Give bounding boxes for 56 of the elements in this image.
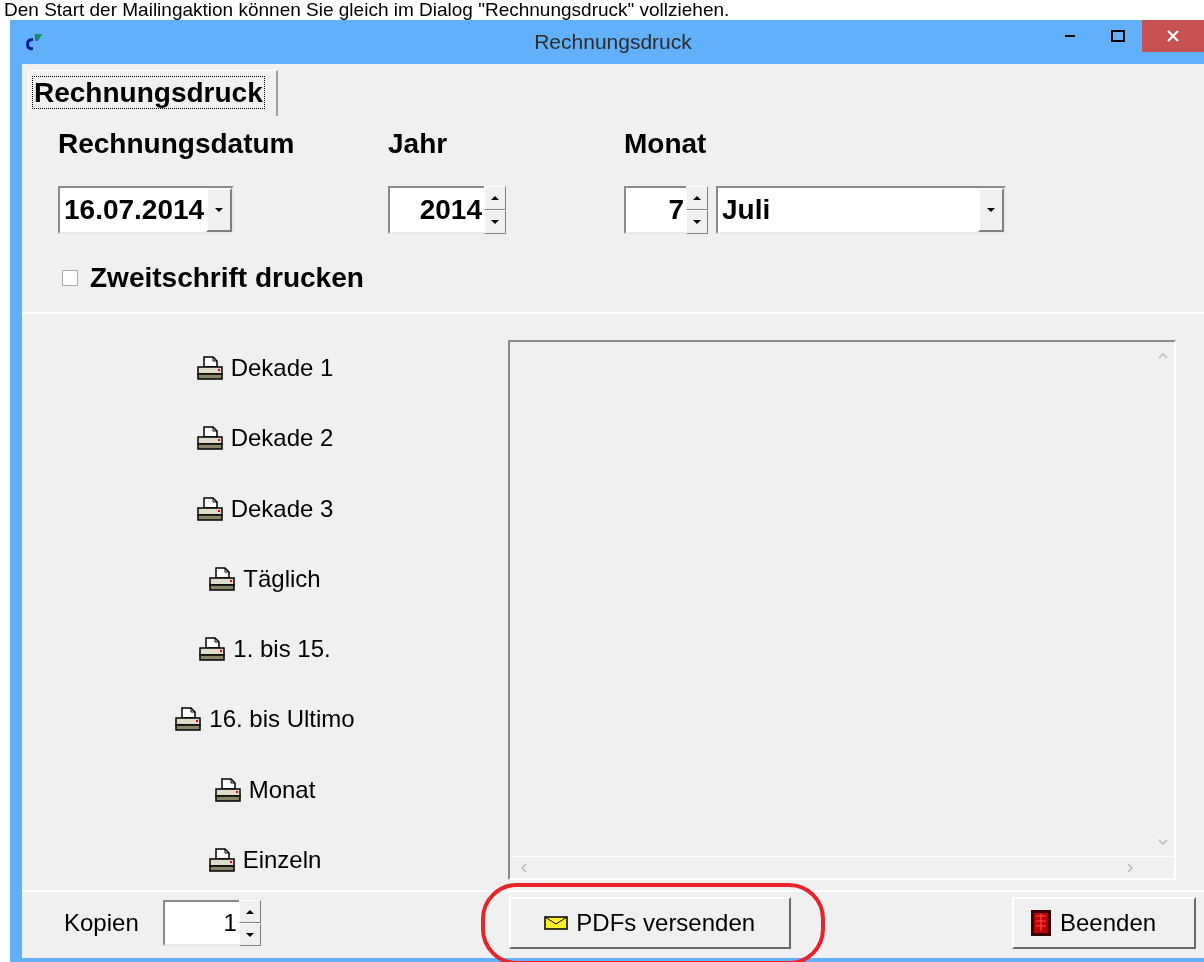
spin-field[interactable]: 2014 — [388, 186, 506, 234]
checkbox[interactable] — [62, 270, 78, 286]
print-button[interactable]: 16. bis Ultimo — [171, 701, 359, 738]
printer-icon — [196, 426, 223, 451]
field-label: Jahr — [388, 128, 449, 160]
print-button[interactable]: Täglich — [205, 560, 325, 597]
up-arrow-icon — [691, 194, 703, 202]
tab[interactable]: Rechnungsdruck — [28, 70, 278, 116]
scroll-down-icon — [1157, 836, 1169, 848]
down-arrow-icon — [691, 218, 703, 226]
print-button[interactable]: Einzeln — [204, 841, 326, 878]
down-arrow-icon — [213, 206, 226, 214]
print-button[interactable]: Dekade 2 — [192, 420, 338, 457]
spin-down-button[interactable] — [238, 923, 261, 946]
checkbox-label: Zweitschrift drucken — [90, 262, 364, 294]
printer-icon — [196, 356, 223, 380]
minimize-icon — [1065, 35, 1075, 37]
caption-text: Den Start der Mailingaktion können Sie gleich im Dialog "Rechnungsdruck" vollziehen. — [3, 0, 731, 20]
spin-down-button[interactable] — [686, 210, 708, 234]
dropdown-button[interactable] — [978, 188, 1004, 232]
up-arrow-icon — [489, 194, 501, 202]
dropdown-button[interactable] — [206, 188, 233, 232]
spin-down-button[interactable] — [484, 210, 506, 234]
print-button[interactable]: Monat — [210, 771, 320, 808]
send-pdfs-button[interactable]: PDFs versenden — [508, 897, 791, 949]
window-title: Rechnungsdruck — [534, 30, 692, 54]
close-button[interactable] — [1142, 20, 1204, 52]
printer-icon — [199, 637, 226, 662]
date-picker[interactable]: 16.07.2014 — [58, 186, 235, 234]
app-icon — [24, 32, 44, 52]
envelope-icon — [544, 916, 569, 930]
printer-icon — [196, 496, 223, 521]
spin-field[interactable]: 1 — [162, 900, 261, 946]
print-button[interactable]: 1. bis 15. — [195, 631, 335, 668]
close-icon — [1166, 29, 1180, 43]
maximize-icon — [1111, 30, 1125, 42]
scroll-right-icon — [1124, 861, 1136, 874]
printer-icon — [175, 707, 202, 732]
spin-up-button[interactable] — [686, 186, 708, 210]
down-arrow-icon — [985, 206, 997, 214]
printer-icon — [214, 777, 241, 802]
copies-label: Kopien — [64, 909, 139, 937]
spin-field[interactable]: 7 — [624, 186, 708, 234]
scroll-left-icon — [518, 861, 530, 874]
field-label: Rechnungsdatum — [58, 128, 296, 160]
field-label: Monat — [624, 128, 708, 160]
exit-icon — [1030, 909, 1052, 937]
down-arrow-icon — [489, 218, 501, 226]
spin-up-button[interactable] — [484, 186, 506, 210]
spin-up-button[interactable] — [238, 900, 261, 923]
exit-button[interactable]: Beenden — [1012, 897, 1196, 949]
print-button[interactable]: Dekade 3 — [192, 490, 338, 527]
printer-icon — [208, 847, 235, 872]
printer-icon — [209, 566, 236, 591]
dropdown[interactable]: Juli — [716, 186, 1006, 234]
print-button[interactable]: Dekade 1 — [192, 350, 338, 386]
